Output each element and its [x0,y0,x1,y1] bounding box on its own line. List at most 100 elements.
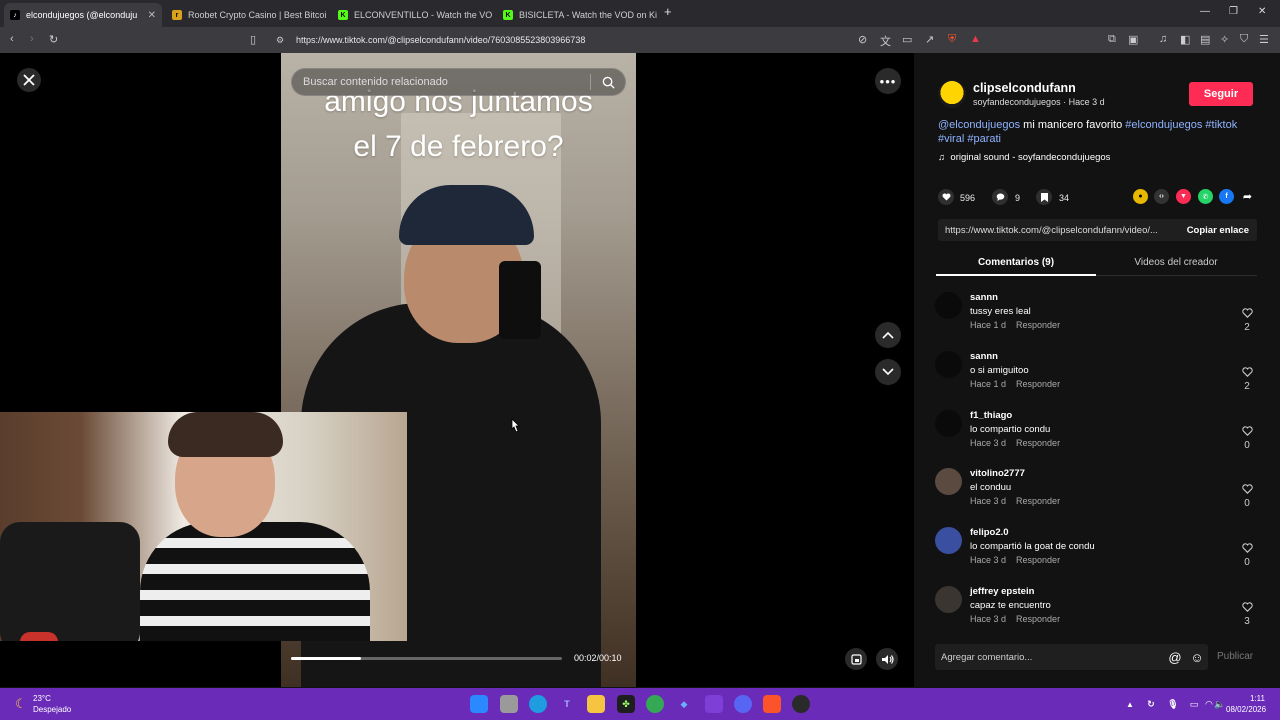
hashtag-link[interactable]: #tiktok [1205,119,1237,131]
menu-icon[interactable]: ☰ [1259,33,1269,46]
reload-icon[interactable]: ↻ [49,33,58,46]
send-icon[interactable]: ▼ [1176,189,1191,204]
whatsapp-icon[interactable]: ✆ [1198,189,1213,204]
creator-avatar[interactable] [938,80,966,108]
comment-like-icon[interactable] [1239,305,1255,323]
screenshot-icon[interactable]: ▭ [902,33,912,46]
commenter-avatar[interactable] [935,468,962,495]
commenter-name[interactable]: sannn [970,292,998,303]
url-field[interactable]: https://www.tiktok.com/@clipselcondufann… [296,35,585,45]
hashtag-link[interactable]: #elcondujuegos [1125,119,1202,131]
translate-icon[interactable]: 文 [880,33,891,49]
clock-time[interactable]: 1:11 [1250,694,1265,703]
app-icon[interactable] [705,695,723,713]
search-icon[interactable] [591,68,625,96]
leo-icon[interactable]: ✧ [1220,33,1229,46]
tab-comments[interactable]: Comentarios (9) [936,257,1096,268]
publish-button[interactable]: Publicar [1217,651,1253,662]
mention-icon[interactable]: @ [1164,644,1186,670]
brave-rewards-icon[interactable]: ▲ [970,33,981,45]
reply-button[interactable]: Responder [1016,614,1060,624]
media-icon[interactable]: ♫ [1159,33,1167,45]
creator-username[interactable]: clipselcondufann [973,81,1076,95]
share-icon[interactable]: ↗ [925,33,934,46]
back-icon[interactable]: ‹ [10,33,14,45]
volume-icon[interactable] [876,648,898,670]
embed-icon[interactable]: ‹› [1154,189,1169,204]
browser-tab-tiktok[interactable]: ♪ elcondujuegos (@elconduju ✕ [4,3,162,27]
tray-chevron-icon[interactable]: ▲ [1121,695,1139,713]
comment-like-icon[interactable] [1239,599,1255,617]
close-video-button[interactable] [17,68,41,92]
network-sync-icon[interactable]: ↻ [1142,695,1160,713]
tab-creator-videos[interactable]: Videos del creador [1096,257,1256,268]
comment-like-icon[interactable] [1239,364,1255,382]
clock-date[interactable]: 08/02/2026 [1226,705,1266,714]
bookmark-icon[interactable]: ▯ [250,33,256,46]
browser-tab-elconventillo[interactable]: K ELCONVENTILLO - Watch the VOD on [332,3,492,27]
commenter-name[interactable]: sannn [970,351,998,362]
emoji-icon[interactable]: ☺ [1186,644,1208,670]
more-options-icon[interactable]: ••• [875,68,901,94]
share-arrow-icon[interactable]: ➦ [1240,189,1255,204]
browser-tab-bisicleta[interactable]: K BISICLETA - Watch the VOD on Kick [497,3,657,27]
related-search-input[interactable] [292,76,590,88]
wallet-icon[interactable]: ▤ [1200,33,1210,46]
video-progress-bar[interactable] [291,657,562,660]
commenter-name[interactable]: f1_thiago [970,410,1012,421]
reply-button[interactable]: Responder [1016,320,1060,330]
minimize-icon[interactable]: — [1200,6,1210,17]
sidebar-icon[interactable]: ◧ [1180,33,1190,46]
commenter-avatar[interactable] [935,527,962,554]
coin-icon[interactable]: ● [1133,189,1148,204]
commenter-avatar[interactable] [935,586,962,613]
follow-button[interactable]: Seguir [1189,82,1253,106]
app-icon[interactable] [792,695,810,713]
teams-icon[interactable]: T [558,695,576,713]
sound-link[interactable]: ♫ original sound - soyfandecondujuegos [938,152,1110,163]
mention-link[interactable]: @elcondujuegos [938,119,1020,131]
weather-moon-icon[interactable]: ☾ [12,695,30,713]
next-video-button[interactable] [875,359,901,385]
brave-icon[interactable] [763,695,781,713]
commenter-avatar[interactable] [935,292,962,319]
comment-input[interactable] [935,651,1164,663]
reply-button[interactable]: Responder [1016,496,1060,506]
reply-button[interactable]: Responder [1016,438,1060,448]
new-tab-button[interactable]: + [664,4,672,19]
like-icon[interactable] [938,189,954,205]
comment-like-icon[interactable] [1239,423,1255,441]
copy-link-button[interactable]: Copiar enlace [1179,225,1257,236]
extensions-icon[interactable]: ⧉ [1108,33,1116,46]
close-tab-icon[interactable]: ✕ [148,10,156,21]
reply-button[interactable]: Responder [1016,555,1060,565]
brave-shield-icon[interactable]: ⛨ [948,33,956,46]
comment-like-icon[interactable] [1239,481,1255,499]
facebook-icon[interactable]: f [1219,189,1234,204]
vpn-icon[interactable]: ⛉ [1240,33,1248,46]
comment-like-icon[interactable] [1239,540,1255,558]
hashtag-link[interactable]: #parati [967,133,1001,145]
commenter-avatar[interactable] [935,410,962,437]
maximize-icon[interactable]: ❐ [1229,6,1238,17]
discord-icon[interactable] [734,695,752,713]
app-icon[interactable]: ✤ [617,695,635,713]
chrome-icon[interactable] [646,695,664,713]
share-link-text[interactable]: https://www.tiktok.com/@clipselcondufann… [938,225,1179,236]
site-settings-icon[interactable]: ⚙ [276,35,284,46]
hashtag-link[interactable]: #viral [938,133,964,145]
wallet-icon[interactable]: ▣ [1128,33,1138,46]
picture-in-picture-icon[interactable] [845,648,867,670]
commenter-avatar[interactable] [935,351,962,378]
edge-icon[interactable] [529,695,547,713]
microphone-icon[interactable]: 🎙 [1164,695,1182,713]
no-translate-icon[interactable]: ⊘ [858,33,867,46]
commenter-name[interactable]: felipo2.0 [970,527,1009,538]
app-icon[interactable]: ◆ [675,695,693,713]
task-view-icon[interactable] [500,695,518,713]
file-explorer-icon[interactable] [587,695,605,713]
browser-tab-roobet[interactable]: r Roobet Crypto Casino | Best Bitcoin C [166,3,326,27]
previous-video-button[interactable] [875,322,901,348]
reply-button[interactable]: Responder [1016,379,1060,389]
close-window-icon[interactable]: ✕ [1258,6,1266,17]
